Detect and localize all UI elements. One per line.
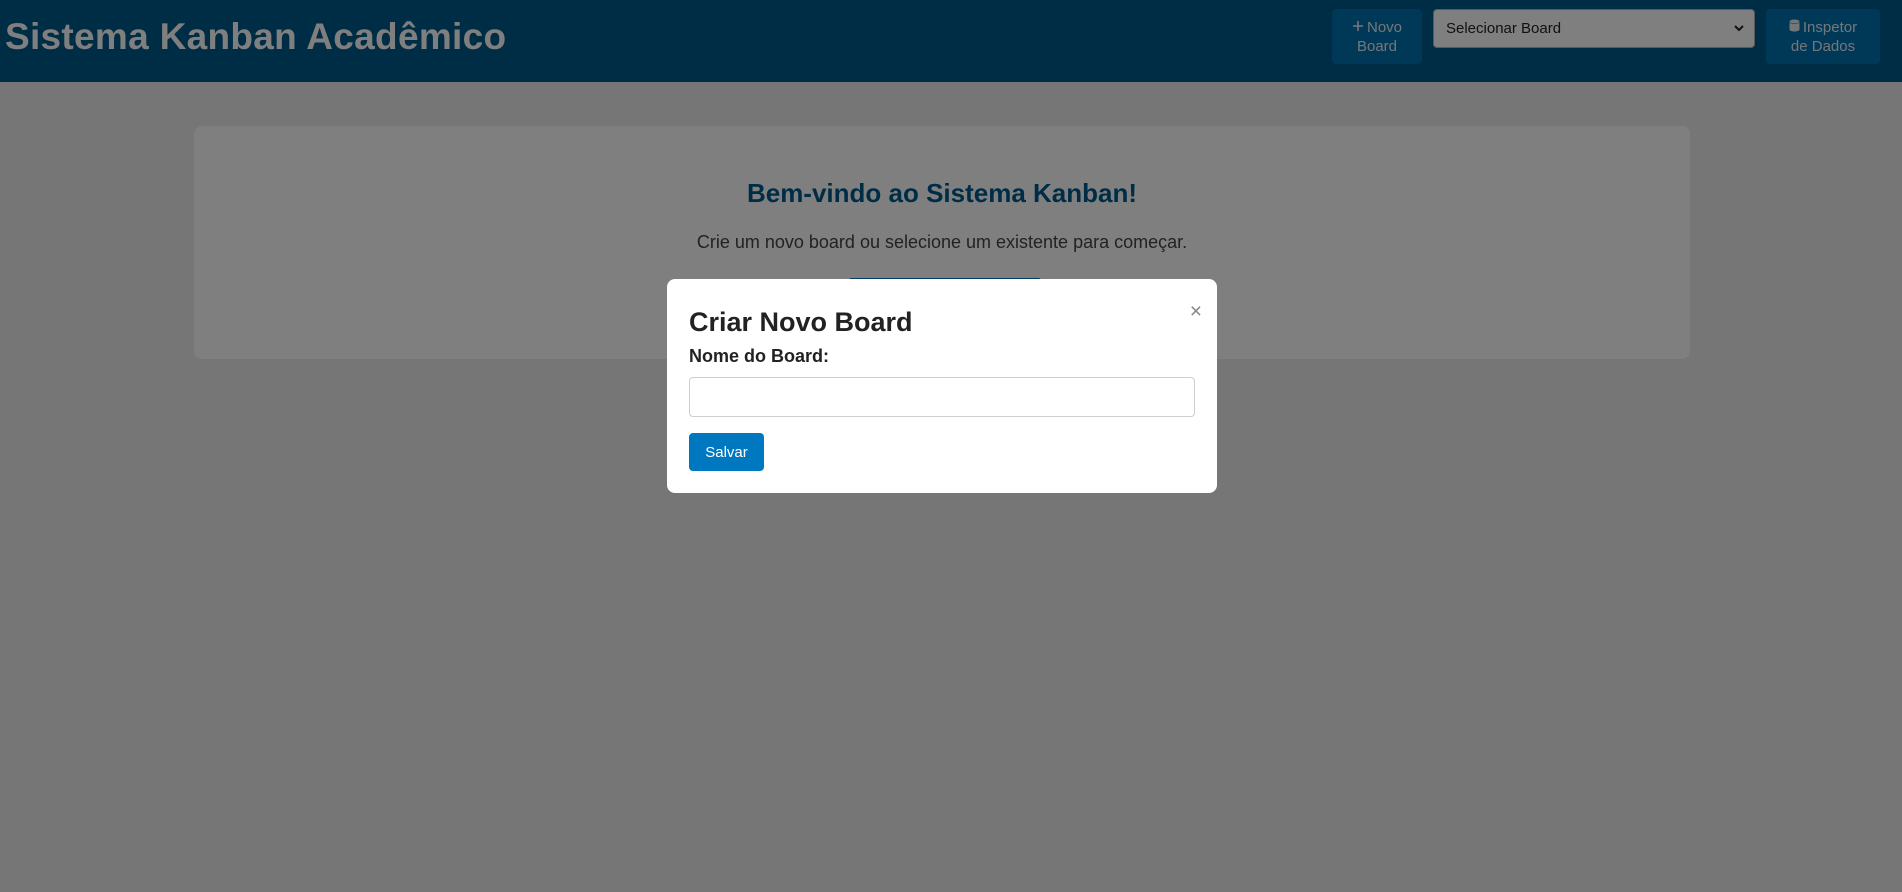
new-board-modal: Criar Novo Board × Nome do Board: Salvar [667,279,1217,493]
board-name-input[interactable] [689,377,1195,417]
close-icon[interactable]: × [1190,301,1202,322]
board-name-label: Nome do Board: [689,346,830,366]
modal-title: Criar Novo Board [689,307,913,337]
save-button[interactable]: Salvar [689,433,764,471]
